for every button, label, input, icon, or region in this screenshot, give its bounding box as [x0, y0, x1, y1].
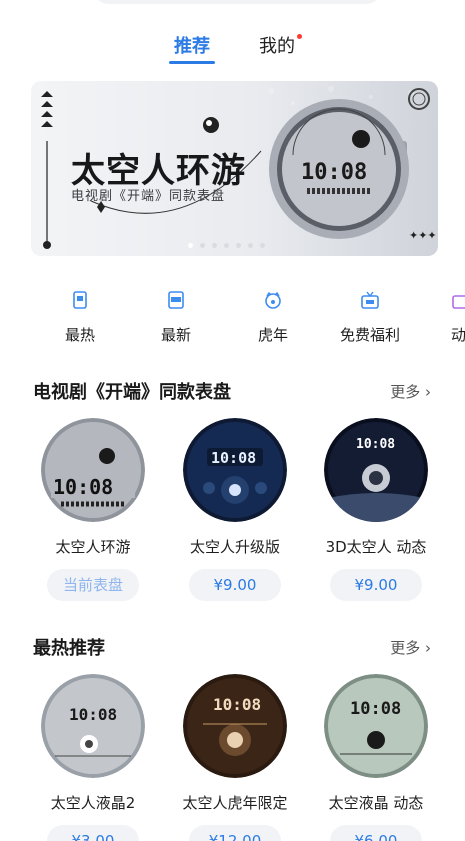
watchface-image: 10:08 — [41, 674, 145, 778]
banner-carousel[interactable]: ✦✦✦ 10:08 太空人环游 电视剧《开端》同款表盘 — [31, 81, 438, 256]
watchface-image: 10:08 — [324, 674, 428, 778]
banner-subtitle: 电视剧《开端》同款表盘 — [71, 189, 226, 204]
carousel-dot — [200, 243, 205, 248]
watchface-card[interactable]: 10:08 太空人液晶2 ¥3.00 — [33, 674, 153, 841]
dynamic-icon — [452, 295, 465, 309]
carousel-dot-active — [188, 243, 193, 248]
category-free[interactable]: 免费福利 — [335, 290, 405, 345]
carousel-dot — [212, 243, 217, 248]
banner-watch-time: 10:08 — [301, 160, 367, 185]
carousel-indicator — [188, 233, 272, 248]
more-link[interactable]: 更多 › — [390, 637, 431, 658]
hot-icon — [73, 291, 87, 309]
watch-time: 10:08 — [356, 437, 395, 452]
watchface-name: 3D太空人 动态 — [325, 538, 427, 556]
carousel-dot — [248, 243, 253, 248]
price-button[interactable]: ¥6.00 — [330, 825, 422, 841]
watchface-image: 10:08 — [183, 674, 287, 778]
tab-underline — [169, 61, 215, 64]
carousel-dot — [260, 243, 265, 248]
watchface-image: 10:08 — [41, 418, 145, 522]
svg-text:✦✦✦: ✦✦✦ — [409, 229, 437, 242]
watchface-name: 太空液晶 动态 — [328, 794, 424, 812]
carousel-dot — [224, 243, 229, 248]
price-button[interactable]: ¥9.00 — [330, 569, 422, 601]
watchface-image: 10:08 — [324, 418, 428, 522]
watch-time: 10:08 — [211, 449, 256, 467]
tab-mine[interactable]: 我的 — [259, 32, 295, 58]
category-tiger-year[interactable]: 虎年 — [238, 290, 308, 345]
watch-time: 10:08 — [53, 475, 113, 499]
price-button[interactable]: ¥12.00 — [189, 825, 281, 841]
watch-time: 10:08 — [69, 705, 117, 724]
chevron-right-icon: › — [425, 639, 431, 657]
chevron-right-icon: › — [425, 383, 431, 401]
price-button[interactable]: ¥3.00 — [47, 825, 139, 841]
carousel-dot — [236, 243, 241, 248]
current-face-button[interactable]: 当前表盘 — [47, 569, 139, 601]
more-link[interactable]: 更多 › — [390, 381, 431, 402]
category-label: 动 — [451, 326, 465, 344]
watch-time: 10:08 — [213, 695, 261, 714]
category-dynamic[interactable]: 动 — [431, 290, 465, 345]
price-button[interactable]: ¥9.00 — [189, 569, 281, 601]
category-label: 最新 — [160, 326, 191, 344]
tab-recommend[interactable]: 推荐 — [174, 32, 210, 58]
more-label: 更多 — [390, 383, 421, 401]
watchface-name: 太空人液晶2 — [50, 794, 136, 812]
watchface-card[interactable]: 10:08 太空人虎年限定 ¥12.00 — [175, 674, 295, 841]
watchface-card[interactable]: 10:08 太空液晶 动态 ¥6.00 — [316, 674, 436, 841]
watchface-name: 太空人虎年限定 — [182, 794, 288, 812]
category-label: 最热 — [64, 326, 95, 344]
category-hot[interactable]: 最热 — [45, 290, 115, 345]
section-title: 最热推荐 — [33, 638, 105, 659]
search-bar[interactable] — [95, 0, 380, 4]
category-new[interactable]: 最新 — [141, 290, 211, 345]
watch-time: 10:08 — [350, 699, 401, 719]
watchface-card[interactable]: 10:08 3D太空人 动态 ¥9.00 — [316, 418, 436, 601]
category-row: 最热 最新 虎年 免费福利 动 — [0, 290, 465, 354]
category-label: 虎年 — [257, 326, 288, 344]
watchface-card[interactable]: 10:08 太空人环游 当前表盘 — [33, 418, 153, 601]
section-title: 电视剧《开端》同款表盘 — [33, 382, 231, 403]
more-label: 更多 — [390, 639, 421, 657]
gift-icon — [361, 291, 379, 309]
watchface-name: 太空人环游 — [55, 538, 131, 556]
top-tabs: 推荐 我的 — [0, 28, 465, 68]
new-icon — [168, 291, 184, 309]
tiger-icon — [265, 291, 281, 309]
category-label: 免费福利 — [339, 326, 400, 344]
watchface-name: 太空人升级版 — [189, 538, 280, 556]
notification-dot — [297, 34, 302, 39]
watchface-card[interactable]: 10:08 太空人升级版 ¥9.00 — [175, 418, 295, 601]
watchface-image: 10:08 — [183, 418, 287, 522]
